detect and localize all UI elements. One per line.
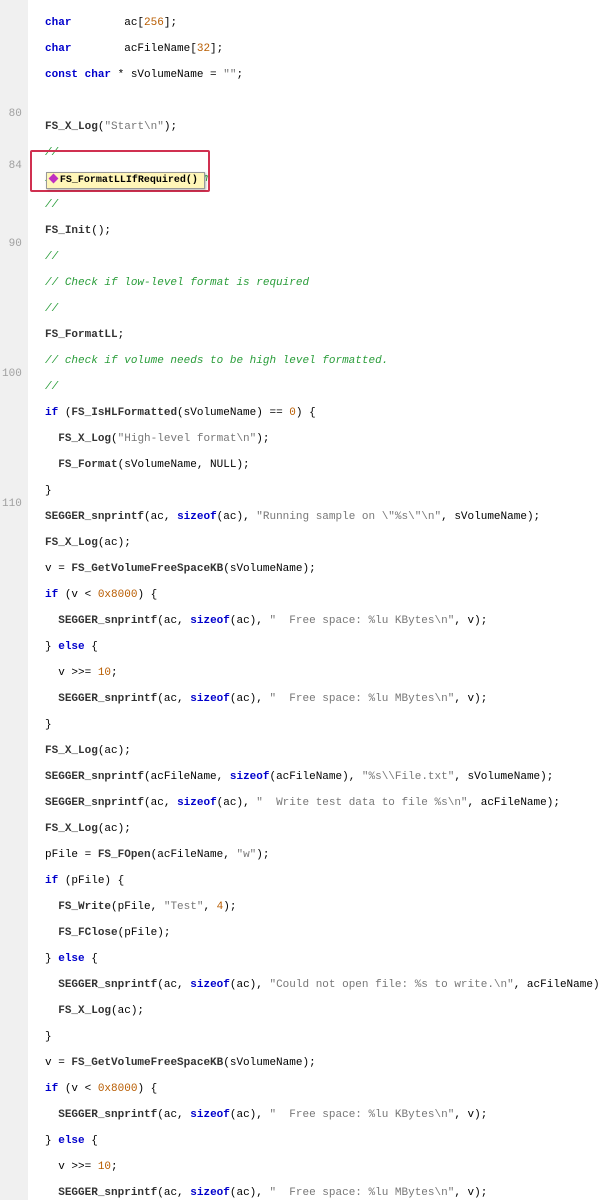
line-number: 100 bbox=[2, 368, 22, 381]
line-gutter: 80 84 90 100 110 bbox=[0, 0, 28, 1200]
code-area[interactable]: char ac[256]; char acFileName[32]; const… bbox=[28, 0, 600, 1200]
autocomplete-tooltip[interactable]: FS_FormatLLIfRequired() bbox=[46, 172, 205, 189]
diamond-icon bbox=[50, 174, 57, 187]
code-editor[interactable]: 80 84 90 100 110 char ac[256]; char acFi… bbox=[0, 0, 600, 1200]
line-number: 80 bbox=[2, 108, 22, 121]
line-number: 84 bbox=[2, 160, 22, 173]
line-number: 90 bbox=[2, 238, 22, 251]
tooltip-label: FS_FormatLLIfRequired() bbox=[60, 174, 198, 187]
line-number: 110 bbox=[2, 498, 22, 511]
